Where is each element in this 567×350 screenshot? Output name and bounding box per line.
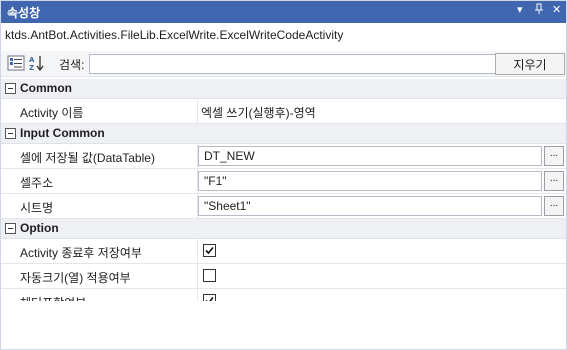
category-name: Input Common xyxy=(20,126,105,140)
property-value-field[interactable]: DT_NEW xyxy=(198,146,542,166)
ellipsis-button[interactable]: ... xyxy=(544,196,564,216)
property-value-field[interactable]: "F1" xyxy=(198,171,542,191)
column-divider xyxy=(197,264,198,288)
checkbox[interactable] xyxy=(203,269,216,282)
property-row[interactable]: 셀에 저장될 값(DataTable) DT_NEW ... xyxy=(1,144,566,169)
property-row[interactable]: Activity 이름 엑셀 쓰기(실행후)-영역 xyxy=(1,99,566,124)
property-label: 셀에 저장될 값(DataTable) xyxy=(20,151,155,165)
category-input-common[interactable]: Input Common xyxy=(1,124,566,144)
property-row[interactable]: 자동크기(열) 적용여부 xyxy=(1,264,566,289)
property-value: "Sheet1" xyxy=(204,199,251,213)
property-value-field[interactable]: "Sheet1" xyxy=(198,196,542,216)
property-value: 엑셀 쓰기(실행후)-영역 xyxy=(201,106,316,120)
ellipsis-button[interactable]: ... xyxy=(544,171,564,191)
category-name: Option xyxy=(20,221,59,235)
description-pane xyxy=(1,301,566,349)
category-common[interactable]: Common xyxy=(1,79,566,99)
category-option[interactable]: Option xyxy=(1,219,566,239)
alphabetical-sort-icon[interactable]: A Z xyxy=(28,54,46,72)
selected-object-type: ktds.AntBot.Activities.FileLib.ExcelWrit… xyxy=(5,28,344,42)
collapse-icon[interactable] xyxy=(5,223,16,234)
property-label: 셀주소 xyxy=(20,176,54,190)
checkmark-icon xyxy=(205,246,214,255)
ellipsis-button[interactable]: ... xyxy=(544,146,564,166)
svg-text:Z: Z xyxy=(29,64,34,72)
window-title: 속성창 xyxy=(7,6,41,20)
property-grid: Common Activity 이름 엑셀 쓰기(실행후)-영역 Input C… xyxy=(1,79,566,314)
category-name: Common xyxy=(20,81,72,95)
property-label: Activity 종료후 저장여부 xyxy=(20,246,142,260)
property-value: "F1" xyxy=(204,174,227,188)
properties-window: 속성창 ▾ ✕ ktds.AntBot.Activities.FileLib.E… xyxy=(0,0,567,350)
property-label: 자동크기(열) 적용여부 xyxy=(20,271,131,285)
column-divider xyxy=(197,99,198,123)
clear-button[interactable]: 지우기 xyxy=(495,53,565,75)
title-bar: 속성창 ▾ ✕ xyxy=(1,1,566,23)
property-row[interactable]: Activity 종료후 저장여부 xyxy=(1,239,566,264)
collapse-icon[interactable] xyxy=(5,128,16,139)
close-icon[interactable]: ✕ xyxy=(552,3,561,16)
property-value: DT_NEW xyxy=(204,149,255,163)
search-label: 검색: xyxy=(59,58,85,72)
collapse-icon[interactable] xyxy=(5,83,16,94)
search-input[interactable] xyxy=(89,54,499,74)
column-divider xyxy=(197,239,198,263)
svg-text:A: A xyxy=(29,56,35,64)
pin-icon[interactable] xyxy=(534,3,544,18)
categorized-view-icon[interactable] xyxy=(7,54,25,72)
property-label: 시트명 xyxy=(20,201,54,215)
property-label: Activity 이름 xyxy=(20,106,84,120)
checkbox[interactable] xyxy=(203,244,216,257)
property-row[interactable]: 셀주소 "F1" ... xyxy=(1,169,566,194)
dropdown-arrow-icon[interactable]: ▾ xyxy=(517,3,523,16)
property-row[interactable]: 시트명 "Sheet1" ... xyxy=(1,194,566,219)
